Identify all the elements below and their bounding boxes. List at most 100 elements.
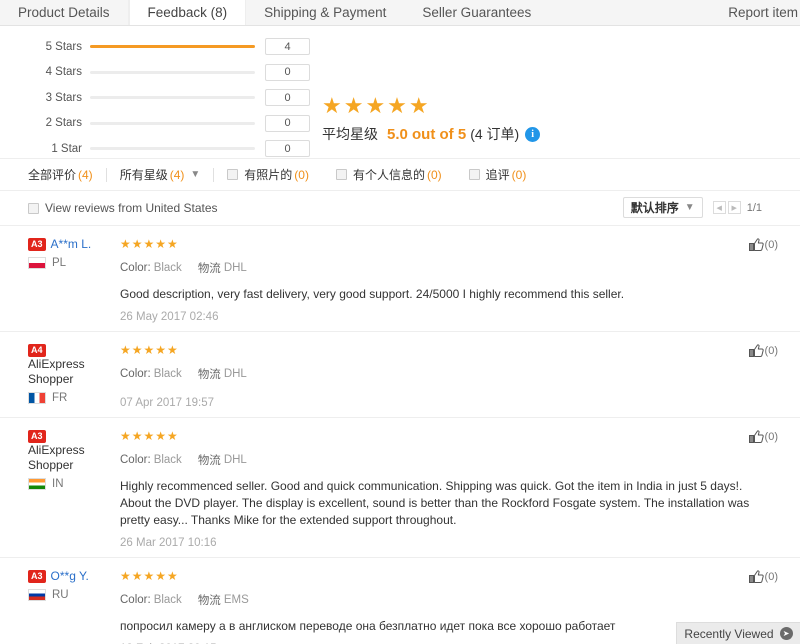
tab-label: Seller Guarantees: [422, 5, 532, 20]
filter-with-photos[interactable]: 有照片的 (0): [227, 166, 309, 183]
flag-icon: [28, 478, 46, 490]
review-body: ★★★★★ Color: Black 物流 EMS попросил камер…: [120, 568, 770, 644]
average-rating-block: ★★★★★ 平均星级 5.0 out of 5 (4 订单) i: [322, 94, 541, 144]
rating-bar-track: [90, 121, 255, 125]
review-author: A4 AliExpress Shopper FR: [28, 342, 120, 409]
review-author-name: AliExpress Shopper: [28, 443, 85, 472]
review-author-name: AliExpress Shopper: [28, 357, 85, 386]
checkbox-view-from-country[interactable]: [28, 202, 39, 214]
review-body: ★★★★★ Color: Black 物流 DHL Good descripti…: [120, 236, 770, 323]
checkbox-with-photos[interactable]: [227, 169, 239, 180]
review-author-name[interactable]: O**g Y.: [51, 569, 89, 584]
review-color-value: Black: [153, 454, 182, 466]
review-color-value: Black: [153, 368, 182, 380]
recently-viewed-label: Recently Viewed: [684, 626, 774, 641]
filter-all-reviews[interactable]: 全部评价 (4): [28, 166, 93, 183]
filter-divider: [213, 167, 215, 182]
chevron-down-icon: ▼: [190, 169, 201, 180]
filter-count: (4): [169, 167, 185, 182]
review-logistics-key: 物流: [197, 595, 221, 607]
average-rating-score: 5.0 out of 5: [387, 125, 467, 143]
review-body: ★★★★★ Color: Black 物流 DHL 07 Apr 2017 19…: [120, 342, 770, 409]
tab-product-details[interactable]: Product Details: [0, 0, 129, 25]
review-helpful-button[interactable]: (0): [748, 238, 778, 252]
buyer-level-badge: A3: [28, 238, 46, 251]
tab-feedback[interactable]: Feedback (8): [128, 0, 247, 25]
review-date: 26 May 2017 02:46: [120, 311, 219, 323]
sort-dropdown[interactable]: 默认排序 ▼: [622, 197, 703, 218]
rating-bar-row[interactable]: 1 Star 0: [38, 136, 318, 162]
flag-icon: [28, 589, 46, 601]
country-code: PL: [52, 257, 67, 269]
review-text: Good description, very fast delivery, ve…: [120, 287, 625, 301]
rating-bar-count: 4: [265, 38, 310, 56]
review-item: A4 AliExpress Shopper FR ★★★★★ Color: Bl…: [0, 331, 800, 417]
rating-bar-row[interactable]: 5 Stars 4: [38, 34, 318, 60]
view-from-country-label: View reviews from United States: [45, 201, 218, 215]
review-author-country: FR: [28, 392, 120, 404]
prev-page-button[interactable]: ◀: [712, 201, 726, 214]
review-helpful-button[interactable]: (0): [748, 344, 778, 358]
rating-bar-row[interactable]: 4 Stars 0: [38, 60, 318, 86]
rating-bar-row[interactable]: 2 Stars 0: [38, 111, 318, 137]
buyer-level-badge: A3: [28, 570, 46, 583]
tab-label: Product Details: [18, 5, 110, 20]
tab-label: Feedback (8): [147, 5, 228, 20]
next-page-button[interactable]: ▶: [727, 201, 741, 214]
tab-shipping-payment[interactable]: Shipping & Payment: [246, 0, 405, 25]
country-code: IN: [52, 478, 64, 490]
report-item-link[interactable]: Report item: [710, 0, 800, 25]
review-author-country: PL: [28, 257, 120, 269]
review-list: A3 A**m L. PL ★★★★★ Color: Black 物流 DHL …: [0, 225, 800, 644]
review-author-country: IN: [28, 478, 120, 490]
review-date: 26 Mar 2017 10:16: [120, 537, 217, 549]
recently-viewed-button[interactable]: Recently Viewed ➤: [676, 622, 800, 644]
rating-bar-row[interactable]: 3 Stars 0: [38, 85, 318, 111]
review-color-value: Black: [153, 594, 182, 606]
review-author-name-row: A3 AliExpress Shopper: [28, 429, 120, 473]
thumbs-up-icon: [748, 238, 764, 252]
filter-label: 有个人信息的: [352, 168, 425, 182]
filter-additional-reviews[interactable]: 追评 (0): [468, 166, 526, 183]
review-item: A3 A**m L. PL ★★★★★ Color: Black 物流 DHL …: [0, 225, 800, 331]
rating-bar-count: 0: [265, 114, 310, 132]
filter-divider: [105, 167, 107, 182]
filter-label: 全部评价: [28, 168, 77, 182]
rating-bar-count: 0: [265, 63, 310, 81]
review-helpful-button[interactable]: (0): [748, 570, 778, 584]
checkbox-additional-reviews[interactable]: [468, 169, 480, 180]
average-rating-line: 平均星级 5.0 out of 5 (4 订单) i: [322, 124, 541, 144]
review-author: A3 A**m L. PL: [28, 236, 120, 323]
filter-all-stars[interactable]: 所有星级 (4) ▼: [120, 166, 201, 183]
filter-view-reviews-from-country[interactable]: View reviews from United States: [28, 201, 218, 215]
review-author-name-row: A3 O**g Y.: [28, 569, 120, 584]
review-author-name[interactable]: A**m L.: [51, 237, 92, 252]
filter-count: (0): [426, 167, 442, 182]
helpful-count: (0): [764, 571, 778, 583]
review-text: Highly recommenced seller. Good and quic…: [120, 479, 750, 527]
thumbs-up-icon: [748, 430, 764, 444]
rating-bar-track: [90, 45, 255, 49]
review-helpful-button[interactable]: (0): [748, 430, 778, 444]
review-author-name-row: A4 AliExpress Shopper: [28, 343, 120, 387]
review-color-key: Color:: [120, 454, 151, 466]
average-rating-label: 平均星级: [322, 126, 378, 142]
buyer-level-badge: A3: [28, 430, 46, 443]
rating-bar-count: 0: [265, 140, 310, 158]
review-logistics-value: DHL: [223, 454, 247, 466]
review-logistics-value: DHL: [223, 262, 247, 274]
filter-label: 追评: [485, 168, 510, 182]
page-indicator: 1/1: [746, 201, 762, 214]
checkbox-with-personal-info[interactable]: [335, 169, 347, 180]
filter-with-personal-info[interactable]: 有个人信息的 (0): [335, 166, 442, 183]
rating-summary: 5 Stars 4 4 Stars 0 3 Stars 0 2 Stars 0 …: [0, 26, 800, 159]
review-color-value: Black: [153, 262, 182, 274]
helpful-count: (0): [764, 345, 778, 357]
review-stars-icon: ★★★★★: [120, 237, 179, 251]
tab-label: Shipping & Payment: [264, 5, 387, 20]
review-author-country: RU: [28, 589, 120, 601]
tab-seller-guarantees[interactable]: Seller Guarantees: [404, 0, 550, 25]
info-icon[interactable]: i: [525, 126, 541, 142]
review-subfilter-bar: View reviews from United States 默认排序 ▼ ◀…: [0, 191, 800, 225]
filter-label: 所有星级: [119, 168, 168, 182]
